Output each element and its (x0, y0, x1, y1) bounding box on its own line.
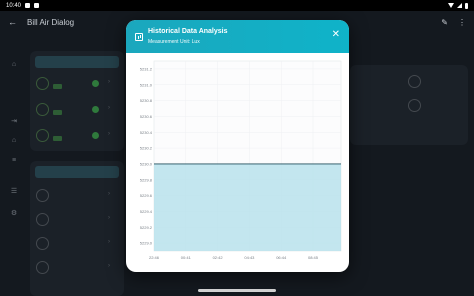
dialog-header: Historical Data Analysis Measurement Uni… (126, 20, 349, 53)
y-tick-label: 5229.2 (140, 225, 153, 230)
y-tick-label: 5231.0 (140, 82, 153, 87)
y-tick-label: 5230.0 (140, 161, 153, 166)
history-chart: 5231.2 5231.0 5230.8 5230.6 5230.4 5230.2 5230… (126, 53, 349, 272)
x-tick-label: 06:44 (276, 255, 287, 260)
status-bar: 10:40 (0, 0, 474, 11)
close-icon[interactable]: ✕ (332, 30, 340, 40)
y-tick-label: 5230.6 (140, 114, 153, 119)
notification-icon-2 (34, 3, 40, 8)
x-tick-label: 04:43 (244, 255, 255, 260)
notification-icon (25, 3, 31, 8)
wifi-icon (448, 3, 454, 8)
home-indicator[interactable] (198, 289, 276, 292)
x-tick-label: 02:42 (213, 255, 224, 260)
x-tick-label: 08:45 (308, 255, 319, 260)
x-tick-label: 22:46 (149, 255, 160, 260)
historical-data-dialog: Historical Data Analysis Measurement Uni… (126, 20, 349, 272)
area-fill (154, 163, 341, 251)
dialog-title: Historical Data Analysis (148, 28, 228, 35)
y-tick-label: 5229.6 (140, 193, 153, 198)
dialog-subtitle: Measurement Unit: Lux (148, 39, 200, 45)
y-tick-label: 5230.8 (140, 98, 153, 103)
y-tick-label: 5229.0 (140, 241, 153, 246)
y-tick-label: 5229.4 (140, 209, 153, 214)
x-tick-label: 00:41 (181, 255, 192, 260)
bar-chart-icon (135, 33, 143, 41)
chart-svg: 5231.2 5231.0 5230.8 5230.6 5230.4 5230.2 5230… (140, 60, 342, 260)
y-tick-label: 5230.4 (140, 130, 153, 135)
y-tick-label: 5229.8 (140, 177, 153, 182)
y-tick-label: 5231.2 (140, 66, 153, 71)
y-tick-label: 5230.2 (140, 146, 153, 151)
battery-icon (465, 2, 468, 9)
signal-icon (457, 3, 462, 8)
status-time: 10:40 (6, 2, 22, 9)
